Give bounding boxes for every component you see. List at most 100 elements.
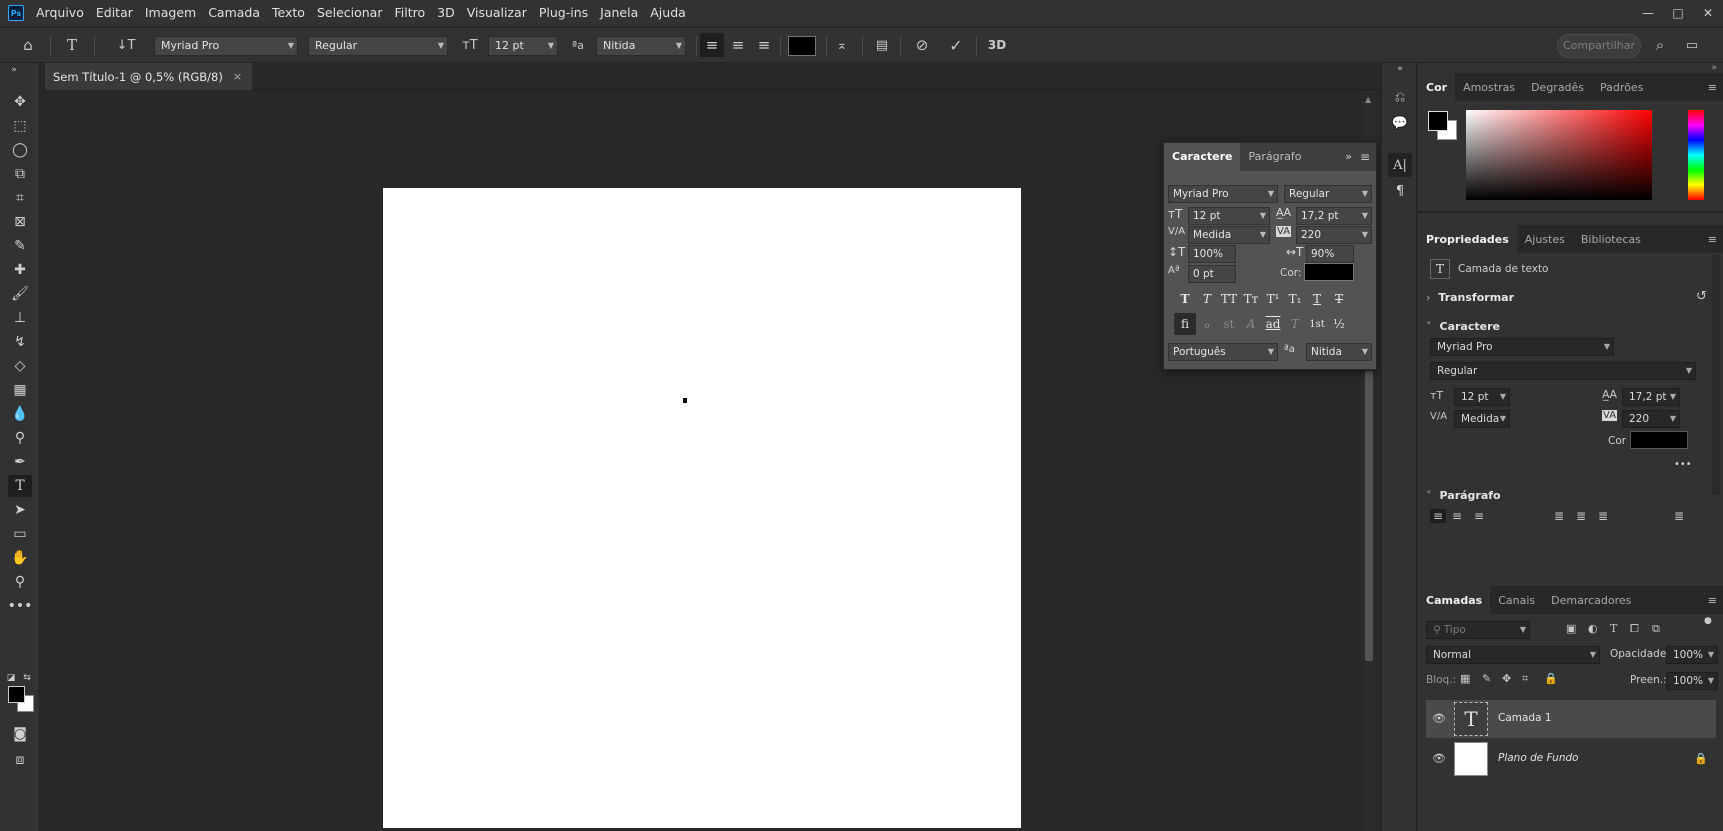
char-font-family-select[interactable]: Myriad Pro ▼ bbox=[1168, 185, 1278, 203]
lock-artboard-icon[interactable]: ⌗ bbox=[1522, 672, 1528, 686]
panel-menu-icon[interactable]: ≡ bbox=[1360, 150, 1370, 164]
history-panel-icon[interactable]: ⎌ bbox=[1388, 85, 1412, 109]
language-select[interactable]: Português ▼ bbox=[1168, 343, 1278, 361]
quick-mask-icon[interactable]: ◙ bbox=[8, 723, 32, 745]
antialias-select[interactable]: Nitida ▼ bbox=[596, 36, 686, 56]
opacity-input[interactable]: 100% ▼ bbox=[1666, 646, 1718, 664]
menu-visualizar[interactable]: Visualizar bbox=[461, 0, 533, 26]
more-options-icon[interactable]: ••• bbox=[1674, 459, 1692, 470]
stylistic-alternates-button[interactable]: ad bbox=[1262, 313, 1284, 335]
blur-tool-icon[interactable]: 💧 bbox=[8, 403, 32, 425]
prop-align-left-icon[interactable]: ≡ bbox=[1430, 509, 1447, 523]
prop-justify-last-left-icon[interactable]: ≣ bbox=[1554, 509, 1564, 523]
superscript-button[interactable]: T¹ bbox=[1262, 288, 1284, 310]
pen-tool-icon[interactable]: ✒ bbox=[8, 451, 32, 473]
zoom-tool-icon[interactable]: ⚲ bbox=[8, 571, 32, 593]
prop-justify-last-right-icon[interactable]: ≣ bbox=[1598, 509, 1608, 523]
layer-name[interactable]: Plano de Fundo bbox=[1498, 752, 1579, 764]
discretionary-ligatures-button[interactable]: ℴ bbox=[1196, 313, 1218, 335]
layer-filter-input[interactable]: ⚲ Tipo ▼ bbox=[1426, 621, 1530, 639]
visibility-eye-icon[interactable]: 👁 bbox=[1432, 752, 1446, 765]
comments-panel-icon[interactable]: 💬 bbox=[1388, 111, 1412, 135]
collapse-panel-icon[interactable]: » bbox=[1345, 150, 1352, 163]
document-canvas[interactable] bbox=[383, 188, 1021, 828]
char-antialias-select[interactable]: Nitida ▼ bbox=[1306, 343, 1372, 361]
share-button[interactable]: Compartilhar bbox=[1557, 34, 1641, 58]
all-caps-button[interactable]: TT bbox=[1218, 288, 1240, 310]
more-tools-icon[interactable]: ••• bbox=[8, 595, 33, 617]
menu-3d[interactable]: 3D bbox=[431, 0, 461, 26]
type-tool-icon[interactable]: T bbox=[8, 475, 32, 497]
char-color-swatch[interactable] bbox=[1304, 263, 1354, 281]
char-font-size-select[interactable]: 12 pt ▼ bbox=[1188, 207, 1270, 225]
char-baseline-shift-input[interactable]: 0 pt bbox=[1188, 265, 1236, 283]
font-style-select[interactable]: Regular ▼ bbox=[308, 36, 448, 56]
visibility-eye-icon[interactable]: 👁 bbox=[1432, 712, 1446, 725]
prop-align-right-icon[interactable]: ≡ bbox=[1474, 509, 1484, 523]
reset-transform-icon[interactable]: ↺ bbox=[1696, 289, 1707, 304]
filter-smart-object-icon[interactable]: ⧉ bbox=[1652, 622, 1660, 636]
ligatures-button[interactable]: fi bbox=[1174, 313, 1196, 335]
toggle-text-orientation-icon[interactable]: ↓T bbox=[114, 33, 138, 57]
rectangle-tool-icon[interactable]: ▭ bbox=[8, 523, 32, 545]
tab-caractere[interactable]: Caractere bbox=[1164, 143, 1241, 171]
menu-filtro[interactable]: Filtro bbox=[388, 0, 431, 26]
prop-align-center-icon[interactable]: ≡ bbox=[1452, 509, 1462, 523]
small-caps-button[interactable]: Tт bbox=[1240, 288, 1262, 310]
underline-button[interactable]: T bbox=[1306, 288, 1328, 310]
prop-font-size-select[interactable]: 12 pt ▼ bbox=[1454, 388, 1510, 406]
menu-camada[interactable]: Camada bbox=[202, 0, 266, 26]
crop-tool-icon[interactable]: ⌗ bbox=[8, 187, 32, 209]
menu-plugins[interactable]: Plug-ins bbox=[533, 0, 594, 26]
lock-image-icon[interactable]: ✎ bbox=[1482, 672, 1491, 685]
align-right-icon[interactable]: ≡ bbox=[752, 33, 776, 57]
tab-bibliotecas[interactable]: Bibliotecas bbox=[1573, 225, 1649, 253]
document-tab[interactable]: Sem Título-1 @ 0,5% (RGB/8) × bbox=[45, 63, 253, 90]
character-panel-icon[interactable]: A| bbox=[1388, 153, 1412, 177]
color-field[interactable] bbox=[1466, 110, 1652, 200]
tab-camadas[interactable]: Camadas bbox=[1418, 586, 1491, 614]
history-brush-tool-icon[interactable]: ↯ bbox=[8, 331, 32, 353]
fractions-button[interactable]: ½ bbox=[1328, 313, 1350, 335]
object-selection-tool-icon[interactable]: ⧉ bbox=[8, 163, 32, 185]
tab-amostras[interactable]: Amostras bbox=[1455, 73, 1523, 101]
menu-janela[interactable]: Janela bbox=[594, 0, 644, 26]
faux-italic-button[interactable]: T bbox=[1196, 288, 1218, 310]
font-family-select[interactable]: Myriad Pro ▼ bbox=[154, 36, 298, 56]
blend-mode-select[interactable]: Normal ▼ bbox=[1426, 646, 1600, 664]
contextual-alternates-button[interactable]: st bbox=[1218, 313, 1240, 335]
prop-color-swatch[interactable] bbox=[1630, 431, 1688, 449]
layer-name[interactable]: Camada 1 bbox=[1498, 712, 1552, 724]
char-vertical-scale-input[interactable]: 100% bbox=[1188, 245, 1236, 263]
maximize-button[interactable]: □ bbox=[1663, 0, 1693, 26]
layers-panel-menu-icon[interactable]: ≡ bbox=[1708, 594, 1717, 607]
menu-arquivo[interactable]: Arquivo bbox=[30, 0, 90, 26]
paragraph-panel-icon[interactable]: ¶ bbox=[1388, 179, 1412, 203]
properties-scrollbar[interactable] bbox=[1712, 255, 1720, 495]
align-left-icon[interactable]: ≡ bbox=[700, 33, 724, 57]
brush-tool-icon[interactable]: 🖌 bbox=[8, 283, 32, 305]
marquee-tool-icon[interactable]: ⬚ bbox=[8, 115, 32, 137]
color-panel-menu-icon[interactable]: ≡ bbox=[1708, 81, 1717, 94]
text-color-swatch[interactable] bbox=[788, 36, 816, 56]
warp-text-icon[interactable]: ⌅ bbox=[830, 33, 854, 57]
filter-adjustment-icon[interactable]: ◐ bbox=[1588, 622, 1598, 635]
filter-shape-icon[interactable]: ⧠ bbox=[1630, 622, 1639, 636]
char-leading-select[interactable]: 17,2 pt ▼ bbox=[1296, 207, 1372, 225]
align-center-icon[interactable]: ≡ bbox=[726, 33, 750, 57]
layer-lock-icon[interactable]: 🔒 bbox=[1694, 752, 1708, 765]
character-section-header[interactable]: ˅ Caractere bbox=[1426, 320, 1500, 333]
menu-selecionar[interactable]: Selecionar bbox=[311, 0, 389, 26]
minimize-button[interactable]: — bbox=[1633, 0, 1663, 26]
ordinals-button[interactable]: 1st bbox=[1306, 313, 1328, 335]
paragraph-section-header[interactable]: ˅ Parágrafo bbox=[1426, 489, 1501, 502]
scroll-up-icon[interactable]: ▲ bbox=[1365, 95, 1371, 104]
prop-justify-last-center-icon[interactable]: ≣ bbox=[1576, 509, 1586, 523]
eyedropper-tool-icon[interactable]: ✎ bbox=[8, 235, 32, 257]
type-tool-preset-icon[interactable]: T bbox=[60, 33, 84, 57]
menu-texto[interactable]: Texto bbox=[266, 0, 311, 26]
properties-panel-menu-icon[interactable]: ≡ bbox=[1708, 233, 1717, 246]
lock-transparency-icon[interactable]: ▦ bbox=[1460, 672, 1470, 685]
home-icon[interactable]: ⌂ bbox=[16, 33, 40, 57]
char-horizontal-scale-input[interactable]: 90% bbox=[1306, 245, 1354, 263]
